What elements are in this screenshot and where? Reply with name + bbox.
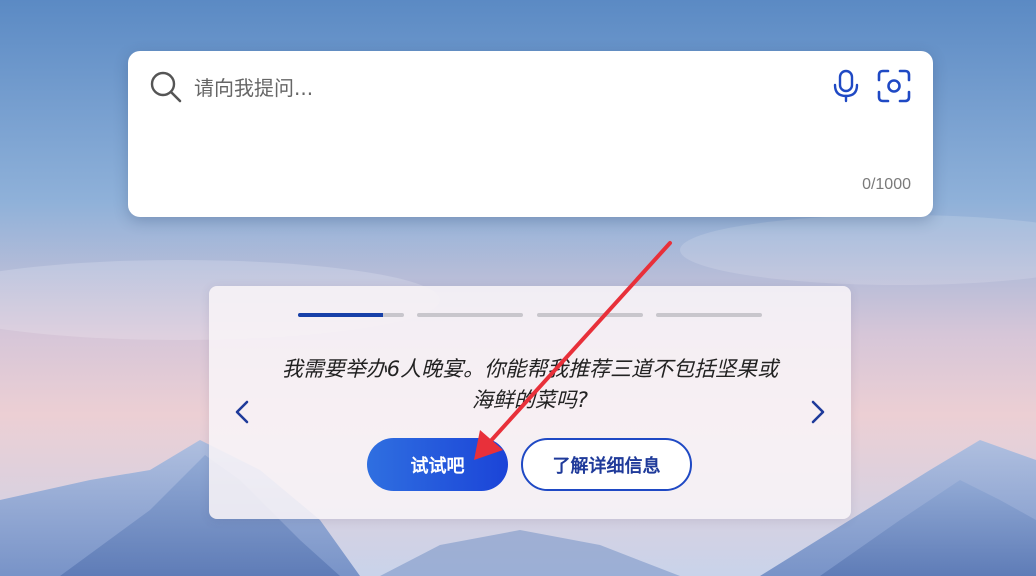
carousel-progress-fill bbox=[298, 313, 383, 317]
chevron-right-icon[interactable] bbox=[808, 399, 828, 425]
carousel-indicator-3[interactable] bbox=[537, 313, 643, 317]
suggestion-prompt-text: 我需要举办6人晚宴。你能帮我推荐三道不包括坚果或海鲜的菜吗? bbox=[281, 357, 779, 412]
carousel-indicator-2[interactable] bbox=[417, 313, 523, 317]
search-input[interactable] bbox=[192, 71, 796, 105]
chevron-left-icon[interactable] bbox=[232, 399, 252, 425]
camera-scan-icon[interactable] bbox=[877, 69, 911, 103]
learn-more-button[interactable]: 了解详细信息 bbox=[521, 438, 692, 491]
try-it-button[interactable]: 试试吧 bbox=[367, 438, 508, 491]
search-icon bbox=[150, 71, 182, 103]
microphone-icon[interactable] bbox=[832, 69, 860, 103]
carousel-indicator-1[interactable] bbox=[298, 313, 404, 317]
suggestion-card: 我需要举办6人晚宴。你能帮我推荐三道不包括坚果或海鲜的菜吗? 试试吧 了解详细信… bbox=[209, 286, 851, 519]
carousel-indicator-4[interactable] bbox=[656, 313, 762, 317]
search-box: 0/1000 bbox=[128, 51, 933, 217]
character-counter: 0/1000 bbox=[862, 176, 911, 193]
